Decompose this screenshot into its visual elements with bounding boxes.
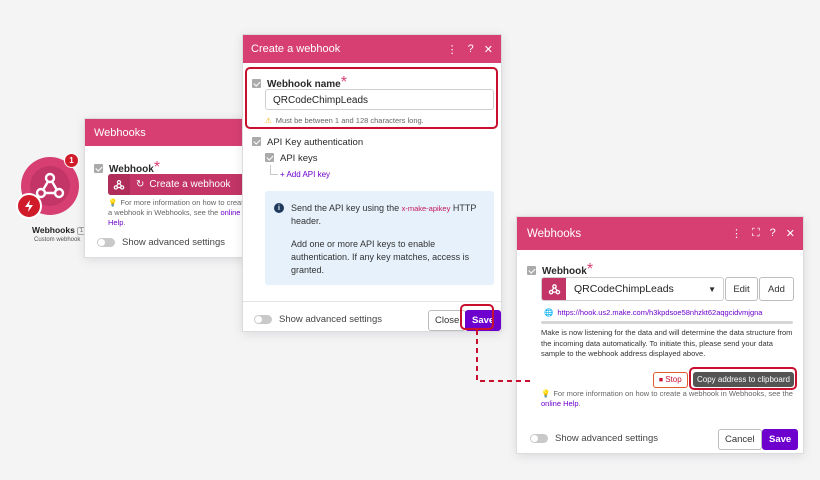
annotation-connector bbox=[476, 330, 532, 382]
